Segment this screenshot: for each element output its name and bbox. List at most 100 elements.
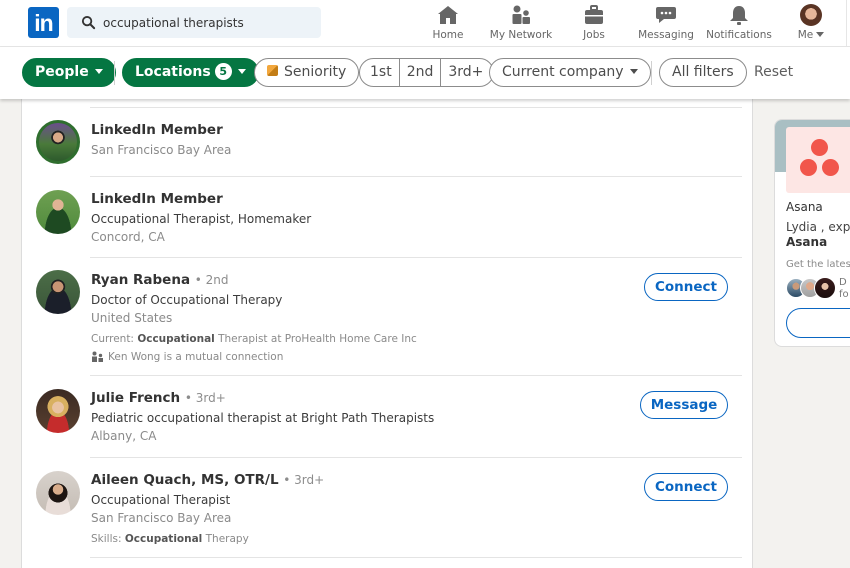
filter-locations-label: Locations	[135, 64, 211, 80]
search-bar[interactable]	[67, 7, 321, 38]
mutual-connection-text: Ken Wong is a mutual connection	[108, 351, 284, 363]
list-item: LinkedIn Member Occupational Therapist, …	[22, 177, 742, 257]
message-button[interactable]: Message	[640, 391, 728, 419]
linkedin-logo[interactable]: in	[28, 7, 59, 38]
filter-divider	[651, 61, 652, 85]
ad-message-line2: Asana	[786, 235, 828, 249]
mutual-connection[interactable]: Ken Wong is a mutual connection	[91, 351, 283, 363]
filter-divider	[114, 61, 115, 85]
all-filters-button[interactable]: All filters	[659, 58, 747, 87]
all-filters-label: All filters	[672, 64, 734, 80]
person-headline: Pediatric occupational therapist at Brig…	[91, 411, 435, 425]
people-icon	[92, 351, 103, 362]
connection-degree: • 3rd+	[184, 391, 226, 405]
nav-me-label: Me	[797, 29, 814, 41]
person-name[interactable]: LinkedIn Member	[91, 191, 223, 207]
avatar[interactable]	[36, 120, 80, 164]
list-item: Julie French • 3rd+ Pediatric occupation…	[22, 376, 742, 457]
person-location: United States	[91, 311, 173, 325]
person-name[interactable]: LinkedIn Member	[91, 122, 223, 138]
filter-current-company[interactable]: Current company	[489, 58, 651, 87]
filter-degree-1st[interactable]: 1st	[360, 59, 400, 86]
person-name[interactable]: Ryan Rabena • 2nd	[91, 272, 229, 288]
chevron-down-icon	[237, 68, 246, 74]
person-location: San Francisco Bay Area	[91, 511, 232, 525]
person-name[interactable]: Julie French • 3rd+	[91, 390, 226, 406]
skills-suffix: Therapy	[202, 533, 249, 545]
reset-button[interactable]: Reset	[754, 58, 793, 87]
nav-my-network-label: My Network	[489, 29, 553, 41]
ad-follower-avatars	[786, 277, 846, 300]
ad-company-name[interactable]: Asana	[786, 200, 823, 214]
logo-dot	[822, 159, 839, 176]
person-headline: Doctor of Occupational Therapy	[91, 293, 283, 307]
chat-bubble-icon	[656, 7, 676, 23]
person-name[interactable]: Aileen Quach, MS, OTR/L • 3rd+	[91, 472, 324, 488]
nav-my-network[interactable]: My Network	[488, 4, 554, 44]
connect-button[interactable]: Connect	[644, 473, 728, 501]
nav-me[interactable]: Me	[794, 4, 828, 44]
filter-degree-2nd[interactable]: 2nd	[400, 59, 442, 86]
filter-degree-3rd[interactable]: 3rd+	[441, 59, 493, 86]
ad-message-line1: Lydia , explo	[786, 220, 850, 234]
person-location: Albany, CA	[91, 429, 157, 443]
nav-divider	[846, 0, 847, 47]
briefcase-icon	[585, 5, 603, 24]
ad-followers-text: Dfo	[839, 277, 849, 301]
matching-skills: Skills: Occupational Therapy	[91, 533, 249, 545]
person-name-text: Ryan Rabena	[91, 272, 191, 288]
nav-home[interactable]: Home	[428, 4, 468, 44]
filter-people-label: People	[35, 64, 89, 80]
filter-seniority[interactable]: Seniority	[254, 58, 360, 87]
sponsored-ad-card[interactable]: Asana Lydia , exploAsana Get the latest …	[774, 119, 850, 347]
search-input[interactable]	[103, 7, 313, 38]
avatar[interactable]	[36, 471, 80, 515]
logo-dot	[811, 139, 828, 156]
highlight-keyword: Occupational	[137, 333, 215, 345]
nav-jobs-label: Jobs	[583, 29, 605, 41]
nav-jobs[interactable]: Jobs	[575, 4, 613, 44]
current-prefix: Current:	[91, 333, 138, 345]
nav-notifications-label: Notifications	[706, 29, 772, 41]
filter-bar: People Locations 5 Seniority 1st 2nd 3rd+…	[0, 47, 850, 99]
home-icon	[438, 6, 458, 24]
person-location: Concord, CA	[91, 230, 165, 244]
current-suffix: Therapist at ProHealth Home Care Inc	[214, 333, 417, 345]
ad-followers-line1: D	[839, 277, 847, 288]
avatar	[814, 277, 836, 299]
person-name-text: LinkedIn Member	[91, 191, 223, 207]
filter-locations[interactable]: Locations 5	[122, 58, 259, 87]
person-headline: Occupational Therapist	[91, 493, 231, 507]
filter-seniority-label: Seniority	[284, 64, 347, 80]
chevron-down-icon	[94, 68, 103, 74]
nav-messaging-label: Messaging	[638, 29, 694, 41]
nav-me-label-wrap: Me	[794, 29, 828, 41]
ad-followers-line2: fo	[839, 289, 849, 300]
connection-degree-filter: 1st 2nd 3rd+	[359, 58, 495, 87]
list-item: LinkedIn Member San Francisco Bay Area	[22, 108, 742, 176]
nav-messaging[interactable]: Messaging	[638, 4, 694, 44]
person-headline: Occupational Therapist, Homemaker	[91, 212, 312, 226]
search-icon	[81, 15, 96, 30]
network-icon	[512, 5, 530, 24]
avatar	[800, 4, 822, 26]
connect-button[interactable]: Connect	[644, 273, 728, 301]
ad-follow-button[interactable]	[786, 308, 850, 338]
nav-notifications[interactable]: Notifications	[706, 4, 772, 44]
person-location: San Francisco Bay Area	[91, 143, 232, 157]
chevron-down-icon	[629, 68, 638, 74]
ad-subtext: Get the latest	[786, 259, 850, 270]
connection-degree: • 3rd+	[283, 473, 325, 487]
skills-prefix: Skills:	[91, 533, 125, 545]
filter-current-company-label: Current company	[502, 64, 624, 80]
asana-logo[interactable]	[786, 127, 850, 193]
top-navigation: in Home My Network Jobs Messagi	[0, 0, 850, 47]
list-item: Ryan Rabena • 2nd Doctor of Occupational…	[22, 258, 742, 375]
filter-people[interactable]: People	[22, 58, 116, 87]
avatar[interactable]	[36, 270, 80, 314]
left-gutter	[0, 99, 22, 568]
person-name-text: Julie French	[91, 390, 181, 406]
avatar[interactable]	[36, 190, 80, 234]
avatar[interactable]	[36, 389, 80, 433]
chevron-down-icon	[816, 31, 825, 37]
